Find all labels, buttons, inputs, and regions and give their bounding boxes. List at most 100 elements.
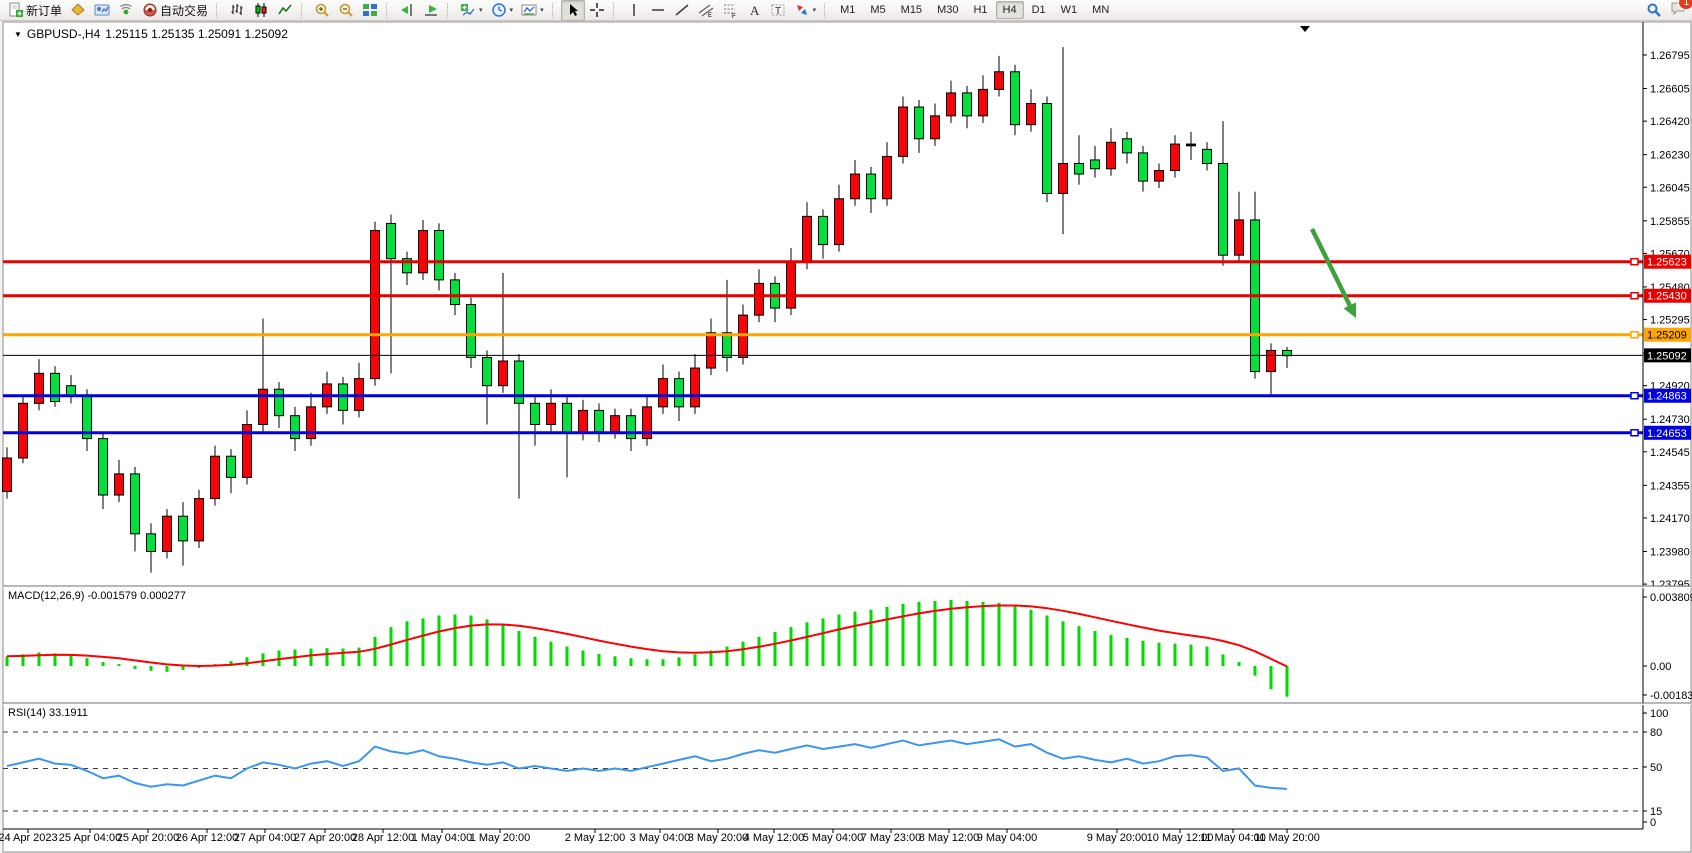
text-label-button[interactable]: T <box>766 0 790 21</box>
macd-histogram-bar <box>918 602 921 666</box>
horizontal-line-button[interactable] <box>646 0 670 21</box>
zoom-in-button[interactable] <box>310 0 334 21</box>
candlestick <box>1139 153 1148 181</box>
macd-histogram-bar <box>1126 638 1129 666</box>
timeframe-m1-button[interactable]: M1 <box>833 1 862 19</box>
vertical-line-button[interactable] <box>622 0 646 21</box>
level-end-marker[interactable] <box>1631 259 1638 265</box>
timeframe-h4-button[interactable]: H4 <box>996 1 1024 19</box>
chart-shift-button[interactable] <box>395 0 419 21</box>
text-button[interactable]: A <box>742 0 766 21</box>
chevron-down-icon[interactable]: ▾ <box>813 6 817 14</box>
arrows-button[interactable]: ▾ <box>790 0 821 21</box>
cursor-button[interactable] <box>561 0 585 21</box>
level-price-badge-text: 1.25092 <box>1647 350 1687 362</box>
zoom-in-icon <box>314 2 330 18</box>
candlestick <box>755 283 764 315</box>
rsi-indicator-label: RSI(14) 33.1911 <box>8 707 88 719</box>
equidistant-channel-button[interactable]: E <box>694 0 718 21</box>
tile-windows-icon <box>362 2 378 18</box>
timeframe-mn-button[interactable]: MN <box>1085 1 1116 19</box>
trend-line-button[interactable] <box>670 0 694 21</box>
candlestick <box>211 456 220 498</box>
timeframe-m5-button[interactable]: M5 <box>863 1 892 19</box>
time-axis-label: 27 Apr 04:00 <box>234 832 296 844</box>
zoom-out-button[interactable] <box>334 0 358 21</box>
level-end-marker[interactable] <box>1631 393 1638 399</box>
macd-histogram-bar <box>694 654 697 666</box>
macd-histogram-bar <box>1270 666 1273 689</box>
quotes-chart-button[interactable] <box>66 0 90 21</box>
macd-histogram-bar <box>1174 644 1177 666</box>
search-icon[interactable] <box>1646 2 1662 18</box>
candlestick-chart-button[interactable] <box>249 0 273 21</box>
candlestick <box>1091 160 1100 169</box>
time-axis-label: 25 Apr 20:00 <box>117 832 179 844</box>
macd-histogram-bar <box>1158 643 1161 666</box>
line-chart-button[interactable] <box>273 0 297 21</box>
macd-histogram-bar <box>870 610 873 666</box>
rsi-axis-label: 80 <box>1650 727 1662 739</box>
chevron-down-icon[interactable]: ▾ <box>479 6 483 14</box>
level-end-marker[interactable] <box>1631 430 1638 436</box>
level-end-marker[interactable] <box>1631 293 1638 299</box>
time-axis-label: 2 May 12:00 <box>565 832 626 844</box>
macd-axis-label: 0.003809 <box>1650 592 1692 604</box>
collapse-triangle-icon[interactable]: ▼ <box>14 30 22 39</box>
time-axis-label: 8 May 12:00 <box>919 832 980 844</box>
macd-histogram-bar <box>518 631 521 666</box>
candlestick <box>1011 72 1020 125</box>
toolbar-separator <box>824 3 829 18</box>
chart-window-background <box>3 22 1691 852</box>
candlestick <box>899 107 908 156</box>
level-end-marker[interactable] <box>1631 332 1638 338</box>
macd-histogram-bar <box>1110 635 1113 666</box>
toolbar-separator <box>216 3 221 18</box>
price-axis-label: 1.24545 <box>1650 447 1690 459</box>
candlestick <box>1027 104 1036 125</box>
macd-histogram-bar <box>598 654 601 666</box>
chart-shift-icon <box>399 2 415 18</box>
macd-histogram-bar <box>726 647 729 666</box>
new-order-icon <box>8 2 24 18</box>
macd-histogram-bar <box>662 659 665 666</box>
candlestick <box>35 373 44 403</box>
candlestick <box>1059 163 1068 193</box>
price-axis-label: 1.23795 <box>1650 579 1690 591</box>
time-axis-label: 9 May 20:00 <box>1087 832 1148 844</box>
chevron-down-icon[interactable]: ▾ <box>510 6 514 14</box>
macd-histogram-bar <box>70 655 73 666</box>
signals-button[interactable] <box>114 0 138 21</box>
chevron-down-icon[interactable]: ▾ <box>540 6 544 14</box>
fibonacci-button[interactable]: F <box>718 0 742 21</box>
timeframe-m15-button[interactable]: M15 <box>894 1 929 19</box>
templates-button[interactable]: ▾ <box>517 0 548 21</box>
macd-histogram-bar <box>182 666 185 670</box>
market-watch-button[interactable] <box>90 0 114 21</box>
periods-button[interactable]: ▾ <box>487 0 518 21</box>
macd-histogram-bar <box>1046 615 1049 666</box>
candlestick <box>963 93 972 116</box>
horizontal-line-icon <box>650 2 666 18</box>
crosshair-icon <box>589 2 605 18</box>
notifications-button[interactable]: 1 <box>1670 0 1686 21</box>
auto-scroll-button[interactable] <box>419 0 443 21</box>
candlestick <box>419 230 428 272</box>
macd-histogram-bar <box>886 607 889 666</box>
equidistant-channel-icon: E <box>698 2 714 18</box>
chart-canvas[interactable]: 1.267951.266051.264201.262301.260451.258… <box>0 21 1692 853</box>
new-order-button[interactable]: 新订单 <box>4 0 66 21</box>
macd-histogram-bar <box>246 657 249 666</box>
timeframe-m30-button[interactable]: M30 <box>930 1 965 19</box>
macd-histogram-bar <box>438 615 441 666</box>
timeframe-d1-button[interactable]: D1 <box>1025 1 1053 19</box>
tile-windows-button[interactable] <box>358 0 382 21</box>
timeframe-h1-button[interactable]: H1 <box>966 1 994 19</box>
candlestick <box>387 223 396 258</box>
candlestick <box>3 458 12 492</box>
timeframe-w1-button[interactable]: W1 <box>1054 1 1085 19</box>
bar-chart-button[interactable] <box>225 0 249 21</box>
indicators-button[interactable]: ▾ <box>456 0 487 21</box>
auto-trading-button[interactable]: 自动交易 <box>138 0 212 21</box>
crosshair-button[interactable] <box>585 0 609 21</box>
